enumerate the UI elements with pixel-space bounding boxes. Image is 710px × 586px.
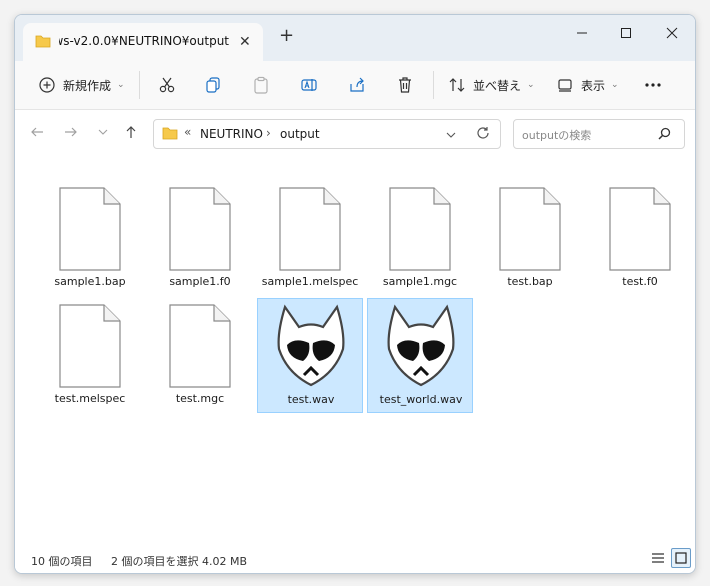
sort-label: 並べ替え [473, 78, 522, 93]
file-name: sample1.melspec [261, 275, 359, 288]
file-item[interactable]: sample1.mgc [367, 181, 473, 296]
tab-title: Windows-v2.0.0¥NEUTRINO¥output [59, 34, 229, 48]
close-window-button[interactable] [657, 23, 687, 45]
rename-button[interactable] [297, 73, 321, 97]
tab-output[interactable]: Windows-v2.0.0¥NEUTRINO¥output ✕ [23, 23, 263, 61]
search-box[interactable]: outputの検索 [513, 119, 685, 149]
more-options-button[interactable] [641, 73, 665, 97]
delete-button[interactable] [393, 73, 417, 97]
share-button[interactable] [345, 73, 369, 97]
up-button[interactable] [121, 122, 141, 142]
chevron-down-icon: ⌄ [117, 80, 125, 90]
file-item[interactable]: test.mgc [147, 298, 253, 413]
refresh-icon[interactable] [476, 126, 490, 143]
new-label: 新規作成 [63, 78, 112, 93]
file-item[interactable]: sample1.f0 [147, 181, 253, 296]
document-file-icon [609, 187, 671, 274]
chevron-down-icon: ⌄ [611, 80, 619, 90]
back-button[interactable] [27, 122, 47, 142]
arrow-right-icon [65, 127, 77, 137]
sort-button[interactable]: 並べ替え ⌄ [445, 73, 535, 97]
maximize-button[interactable] [611, 23, 641, 45]
explorer-window: Windows-v2.0.0¥NEUTRINO¥output ✕ + 新規作成 … [14, 14, 696, 574]
document-file-icon [499, 187, 561, 274]
arrow-up-icon [126, 126, 136, 138]
view-icon [553, 73, 577, 97]
file-name: test.mgc [175, 392, 225, 405]
document-file-icon [389, 187, 451, 274]
document-file-icon [59, 187, 121, 274]
document-file-icon [169, 187, 231, 274]
chevron-down-icon [98, 129, 108, 135]
status-bar: 10 個の項目 2 個の項目を選択 4.02 MB [15, 543, 695, 573]
document-file-icon [279, 187, 341, 274]
chevron-right-icon: › [266, 126, 271, 140]
tiles-view-icon [675, 552, 687, 564]
file-item[interactable]: test.f0 [587, 181, 693, 296]
file-name: sample1.mgc [382, 275, 458, 288]
address-bar-row: « NEUTRINO › output outputの検索 [15, 110, 695, 156]
plus-circle-icon [35, 73, 59, 97]
file-item[interactable]: test.bap [477, 181, 583, 296]
file-item[interactable]: test.wav [257, 298, 363, 413]
trash-icon [393, 73, 417, 97]
file-name: test.wav [287, 393, 335, 406]
file-item[interactable]: test_world.wav [367, 298, 473, 413]
view-label: 表示 [581, 78, 606, 93]
copy-button[interactable] [201, 73, 225, 97]
new-tab-button[interactable]: + [279, 27, 294, 45]
scissors-icon [155, 73, 179, 97]
view-button[interactable]: 表示 ⌄ [553, 73, 619, 97]
chevron-down-icon: ⌄ [527, 80, 535, 90]
overflow-chevron-icon[interactable]: « [184, 125, 191, 139]
file-name: test.melspec [54, 392, 126, 405]
address-dropdown-icon[interactable] [446, 129, 456, 143]
minimize-button[interactable] [567, 23, 597, 45]
search-icon [658, 127, 671, 143]
file-item[interactable]: sample1.melspec [257, 181, 363, 296]
recent-locations-button[interactable] [93, 122, 113, 142]
title-bar: Windows-v2.0.0¥NEUTRINO¥output ✕ + [15, 15, 695, 61]
search-placeholder: outputの検索 [522, 129, 592, 142]
more-icon [641, 73, 665, 97]
close-tab-icon[interactable]: ✕ [239, 34, 251, 50]
audio-file-icon [383, 303, 459, 390]
separator [139, 71, 140, 99]
list-view-icon [652, 553, 664, 563]
file-name: sample1.f0 [169, 275, 231, 288]
separator [433, 71, 434, 99]
breadcrumb-neutrino[interactable]: NEUTRINO [200, 127, 263, 141]
file-name: sample1.bap [54, 275, 126, 288]
file-name: test_world.wav [379, 393, 463, 406]
selection-info: 2 個の項目を選択 4.02 MB [111, 555, 248, 568]
breadcrumb-output[interactable]: output [280, 127, 320, 141]
rename-icon [297, 73, 321, 97]
folder-icon [162, 126, 178, 143]
sort-icon [445, 73, 469, 97]
file-name: test.f0 [622, 275, 658, 288]
item-count: 10 個の項目 [31, 555, 93, 568]
file-list: sample1.bap sample1.f0 sample1.melspec samp… [15, 156, 695, 543]
file-item[interactable]: sample1.bap [37, 181, 143, 296]
document-file-icon [59, 304, 121, 391]
forward-button[interactable] [61, 122, 81, 142]
file-name: test.bap [507, 275, 553, 288]
new-button[interactable]: 新規作成 ⌄ [35, 73, 125, 97]
share-icon [345, 73, 369, 97]
folder-icon [35, 34, 51, 51]
address-field[interactable]: « NEUTRINO › output [153, 119, 501, 149]
arrow-left-icon [31, 127, 43, 137]
file-item[interactable]: test.melspec [37, 298, 143, 413]
details-view-button[interactable] [651, 551, 665, 568]
large-icons-view-button[interactable] [671, 548, 691, 568]
command-bar: 新規作成 ⌄ 並べ替え ⌄ 表示 ⌄ [15, 61, 695, 110]
copy-icon [201, 73, 225, 97]
audio-file-icon [273, 303, 349, 390]
paste-button[interactable] [249, 73, 273, 97]
document-file-icon [169, 304, 231, 391]
cut-button[interactable] [155, 73, 179, 97]
clipboard-icon [249, 73, 273, 97]
